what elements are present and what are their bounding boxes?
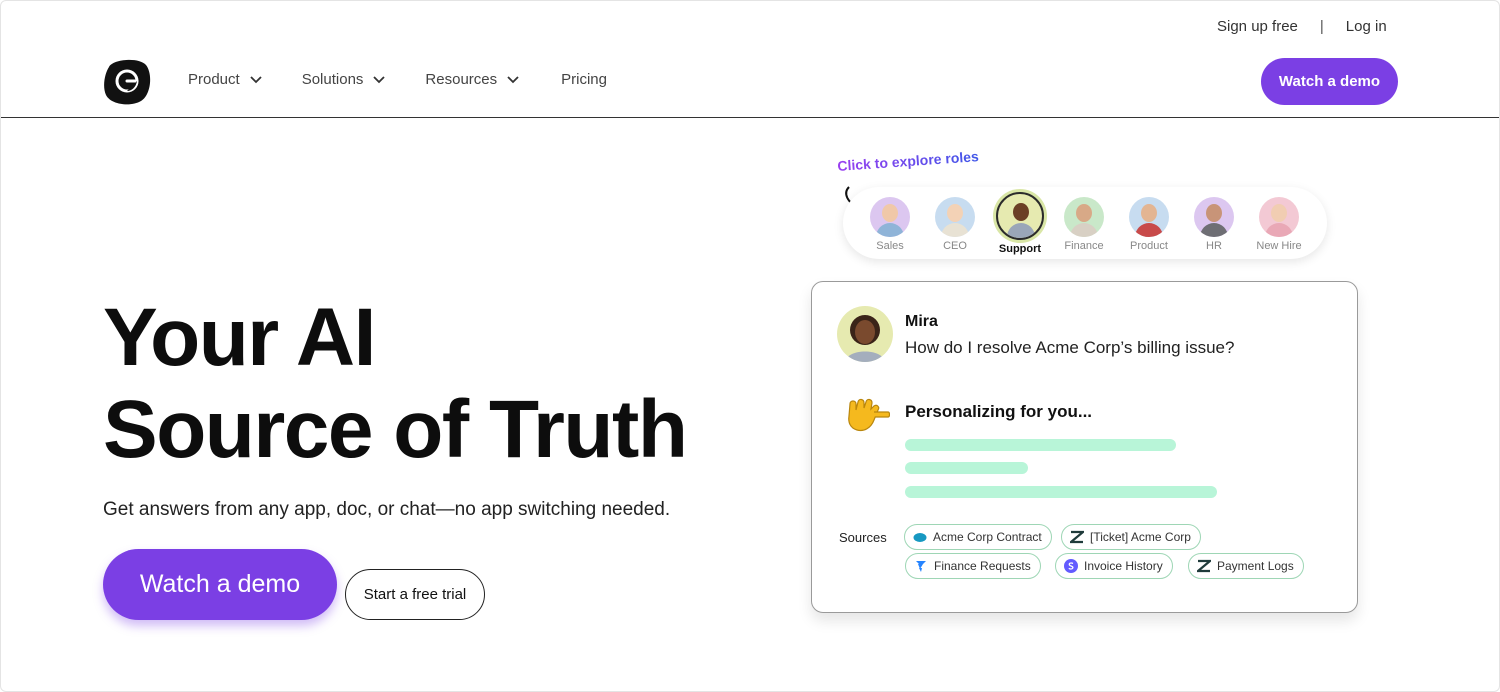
- source-chip[interactable]: Finance Requests: [905, 553, 1041, 579]
- sign-up-link[interactable]: Sign up free: [1217, 18, 1298, 35]
- nav-pricing-label: Pricing: [561, 71, 607, 88]
- role-hr[interactable]: HR: [1184, 197, 1244, 252]
- hero-title-line-1: Your AI: [103, 292, 376, 383]
- role-label: Sales: [876, 240, 904, 252]
- utility-links: Sign up free | Log in: [1217, 18, 1387, 35]
- role-selector: Sales CEO Support Finance Product HR New…: [843, 187, 1327, 259]
- start-free-trial-button[interactable]: Start a free trial: [345, 569, 485, 620]
- avatar-hr: [1194, 197, 1234, 237]
- avatar-finance: [1064, 197, 1104, 237]
- nav-resources[interactable]: Resources: [425, 71, 519, 88]
- role-label: Support: [998, 243, 1042, 255]
- source-chip-label: [Ticket] Acme Corp: [1090, 530, 1191, 544]
- jira-icon: [916, 561, 926, 572]
- nav-resources-label: Resources: [425, 71, 498, 88]
- nav-product[interactable]: Product: [188, 71, 262, 88]
- personalizing-status: Personalizing for you...: [905, 402, 1093, 421]
- role-new-hire[interactable]: New Hire: [1249, 197, 1309, 252]
- hero-title-line-2: Source of Truth: [103, 384, 688, 475]
- role-support[interactable]: Support: [990, 192, 1050, 255]
- pointing-hand-icon: [848, 398, 890, 432]
- log-in-link[interactable]: Log in: [1346, 18, 1387, 35]
- avatar-support: [996, 192, 1044, 240]
- source-chip[interactable]: [Ticket] Acme Corp: [1061, 524, 1201, 550]
- avatar-new-hire: [1259, 197, 1299, 237]
- main-nav: Product Solutions Resources Pricing: [188, 71, 647, 88]
- person-avatar-icon: [845, 315, 885, 362]
- chat-user-name: Mira: [905, 313, 938, 330]
- watch-demo-nav-button[interactable]: Watch a demo: [1261, 58, 1398, 105]
- nav-pricing[interactable]: Pricing: [561, 71, 607, 88]
- stripe-icon: [1064, 559, 1078, 573]
- nav-product-label: Product: [188, 71, 240, 88]
- nav-solutions-label: Solutions: [301, 71, 364, 88]
- sources-label: Sources: [839, 530, 887, 545]
- nav-solutions[interactable]: Solutions: [302, 71, 386, 88]
- role-ceo[interactable]: CEO: [925, 197, 985, 252]
- role-product[interactable]: Product: [1119, 197, 1179, 252]
- chevron-down-icon: [250, 75, 262, 83]
- loading-bar: [905, 439, 1176, 451]
- chevron-down-icon: [373, 75, 386, 83]
- zendesk-icon: [1197, 559, 1211, 573]
- source-chip-label: Payment Logs: [1217, 559, 1294, 573]
- avatar-mira: [837, 306, 893, 362]
- watch-demo-button[interactable]: Watch a demo: [103, 549, 337, 620]
- chevron-down-icon: [507, 75, 519, 83]
- nav-divider: [1, 117, 1499, 118]
- loading-bar: [905, 462, 1028, 474]
- role-label: CEO: [943, 240, 967, 252]
- role-label: HR: [1206, 240, 1222, 252]
- source-chip[interactable]: Acme Corp Contract: [904, 524, 1052, 550]
- brand-logo-icon[interactable]: [103, 57, 151, 105]
- role-finance[interactable]: Finance: [1054, 197, 1114, 252]
- avatar-sales: [870, 197, 910, 237]
- hero-subtitle: Get answers from any app, doc, or chat—n…: [103, 499, 671, 520]
- role-label: New Hire: [1256, 240, 1302, 252]
- role-label: Product: [1130, 240, 1168, 252]
- avatar-ceo: [935, 197, 975, 237]
- source-chip[interactable]: Invoice History: [1055, 553, 1173, 579]
- chat-question: How do I resolve Acme Corp’s billing iss…: [905, 338, 1235, 357]
- salesforce-icon: [913, 533, 927, 542]
- hero-title: Your AI Source of Truth: [103, 292, 688, 476]
- source-chip-label: Acme Corp Contract: [933, 530, 1042, 544]
- source-chip-label: Invoice History: [1084, 559, 1163, 573]
- loading-bar: [905, 486, 1217, 498]
- avatar-product: [1129, 197, 1169, 237]
- source-chip[interactable]: Payment Logs: [1188, 553, 1304, 579]
- role-label: Finance: [1064, 240, 1104, 252]
- role-sales[interactable]: Sales: [860, 197, 920, 252]
- zendesk-icon: [1070, 530, 1084, 544]
- chat-card: Mira How do I resolve Acme Corp’s billin…: [811, 281, 1358, 613]
- source-chip-label: Finance Requests: [934, 559, 1031, 573]
- util-separator: |: [1319, 18, 1324, 35]
